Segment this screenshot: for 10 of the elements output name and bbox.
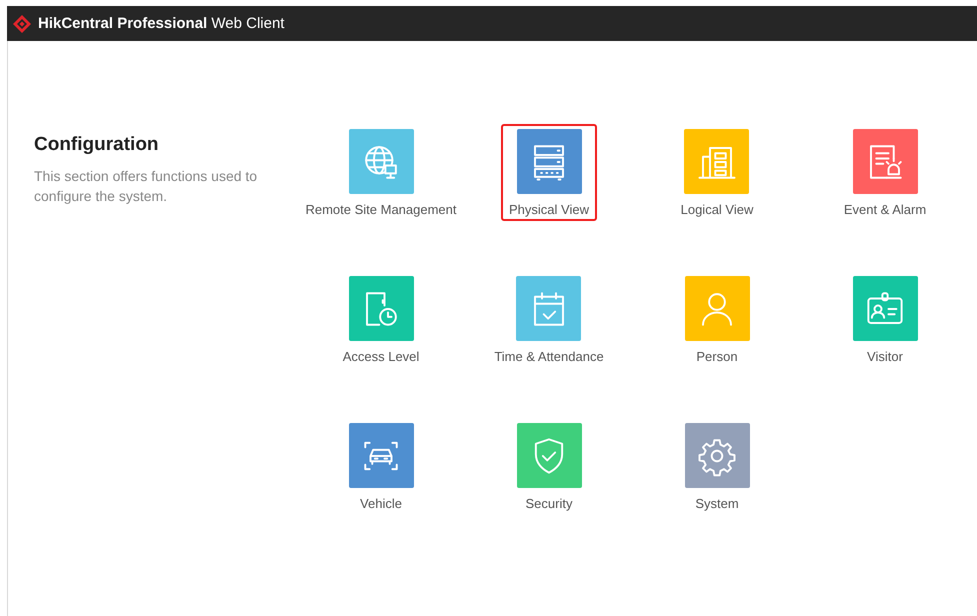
module-tile[interactable]: Event & Alarm [836,124,934,221]
section-description: This section offers functions used to configure the system. [34,167,258,206]
module-tile[interactable]: Access Level [334,271,428,368]
module-tile[interactable]: Physical View [501,124,597,221]
module-tile[interactable]: Logical View [672,124,762,221]
section-title: Configuration [34,134,160,156]
module-tile[interactable]: Remote Site Management [297,124,465,221]
module-tile[interactable]: Time & Attendance [486,271,612,368]
logo-icon [12,14,32,34]
app-title: HikCentral Professional Web Client [38,15,284,32]
